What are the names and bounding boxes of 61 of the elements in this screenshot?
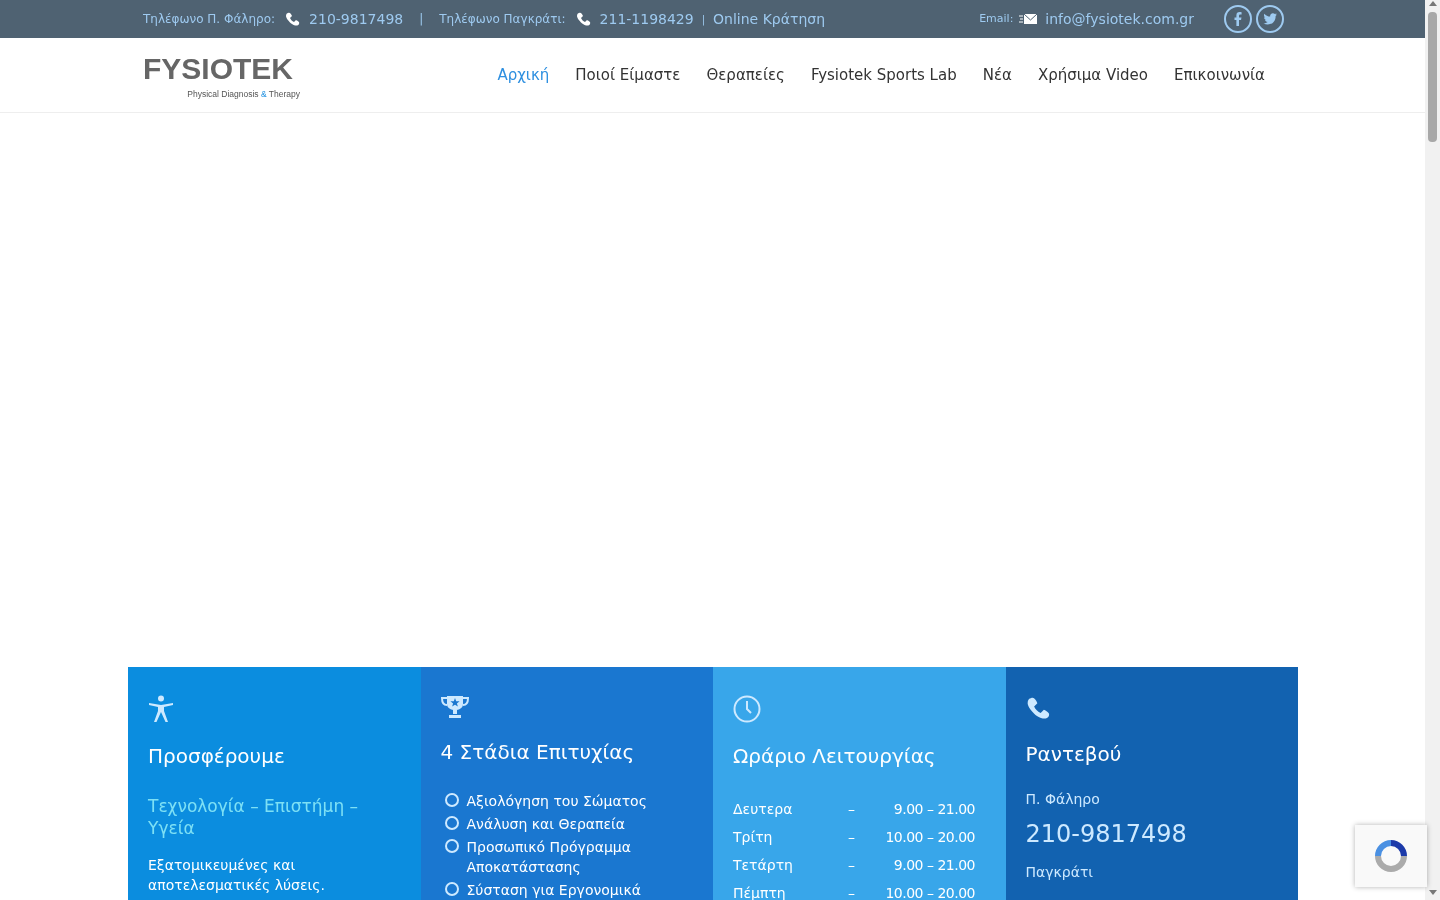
card-title: 4 Στάδια Επιτυχίας xyxy=(440,739,636,766)
day-label: Τρίτη xyxy=(733,827,774,847)
card-text: Εξατομικευμένες και αποτελεσματικές λύσεις. xyxy=(148,856,326,895)
email-link[interactable]: info@fysiotek.com.gr xyxy=(1045,8,1194,30)
scrollbar[interactable] xyxy=(1425,0,1440,900)
twitter-icon[interactable] xyxy=(1256,5,1284,33)
card-subtitle: Τεχνολογία – Επιστήμη – Υγεία xyxy=(148,795,360,839)
facebook-icon[interactable] xyxy=(1224,5,1252,33)
phone-icon xyxy=(1025,695,1052,721)
phone-link[interactable]: 210-9817498 xyxy=(309,8,404,30)
hours-value: 9.00 – 21.00 xyxy=(892,855,975,875)
scroll-down-icon[interactable] xyxy=(1428,890,1437,896)
circle-bullet-icon xyxy=(444,882,459,896)
list-item: Προσωπικό Πρόγραμμα Αποκατάστασης xyxy=(466,838,632,877)
clock-icon xyxy=(733,695,761,723)
card-title: Ωράριο Λειτουργίας xyxy=(733,743,937,770)
logo-wordmark: FYSIOTEK xyxy=(143,50,293,87)
person-icon xyxy=(148,695,174,723)
phone-link[interactable]: 211-1198429 xyxy=(599,8,694,30)
email-label: Email: xyxy=(979,10,1014,27)
nav-link[interactable]: Νέα xyxy=(982,63,1012,87)
dash: – xyxy=(848,799,856,819)
hours-value: 10.00 – 20.00 xyxy=(884,883,975,900)
dash: – xyxy=(848,883,856,900)
booking-link[interactable]: Online Κράτηση xyxy=(713,8,825,30)
location-label: Π. Φάληρο xyxy=(1025,790,1101,809)
card-title: Ραντεβού xyxy=(1025,741,1123,768)
separator: | xyxy=(701,12,706,27)
nav-link[interactable]: Αρχική xyxy=(497,63,550,87)
phone-label: Τηλέφωνο Παγκράτι: xyxy=(439,11,566,28)
list-item: Αξιολόγηση του Σώματος xyxy=(466,792,647,811)
dash: – xyxy=(848,827,856,847)
phone-icon xyxy=(575,11,592,27)
day-label: Τετάρτη xyxy=(733,855,794,875)
mail-icon xyxy=(1019,13,1038,25)
phone-label: Τηλέφωνο Π. Φάληρο: xyxy=(143,11,276,28)
scroll-up-icon[interactable] xyxy=(1428,0,1437,6)
separator: | xyxy=(419,11,424,28)
nav-link[interactable]: Fysiotek Sports Lab xyxy=(810,63,957,87)
phone-number: 210-9817498 xyxy=(1025,819,1188,850)
card-title: Προσφέρουμε xyxy=(148,743,286,770)
list-item: Ανάλυση και Θεραπεία xyxy=(466,815,626,834)
phone-icon xyxy=(285,11,302,27)
hours-value: 10.00 – 20.00 xyxy=(884,827,975,847)
trophy-icon xyxy=(440,695,469,719)
logo-tagline: Physical Diagnosis & Therapy xyxy=(187,87,300,101)
location-label: Παγκράτι xyxy=(1025,863,1095,882)
circle-bullet-icon xyxy=(444,816,459,830)
circle-bullet-icon xyxy=(444,793,459,807)
hours-value: 9.00 – 21.00 xyxy=(892,799,975,819)
dash: – xyxy=(848,855,856,875)
recaptcha-badge[interactable] xyxy=(1355,825,1427,887)
nav-link[interactable]: Ποιοί Είμαστε xyxy=(575,63,681,87)
scroll-thumb[interactable] xyxy=(1428,12,1437,142)
nav-link[interactable]: Χρήσιμα Video xyxy=(1037,63,1149,87)
day-label: Δευτερα xyxy=(733,799,794,819)
day-label: Πέμπτη xyxy=(733,883,787,900)
nav-link[interactable]: Θεραπείες xyxy=(706,63,785,87)
circle-bullet-icon xyxy=(444,839,459,853)
nav-link[interactable]: Επικοινωνία xyxy=(1174,63,1265,87)
list-item: Σύσταση για Εργονομικά xyxy=(466,881,641,900)
